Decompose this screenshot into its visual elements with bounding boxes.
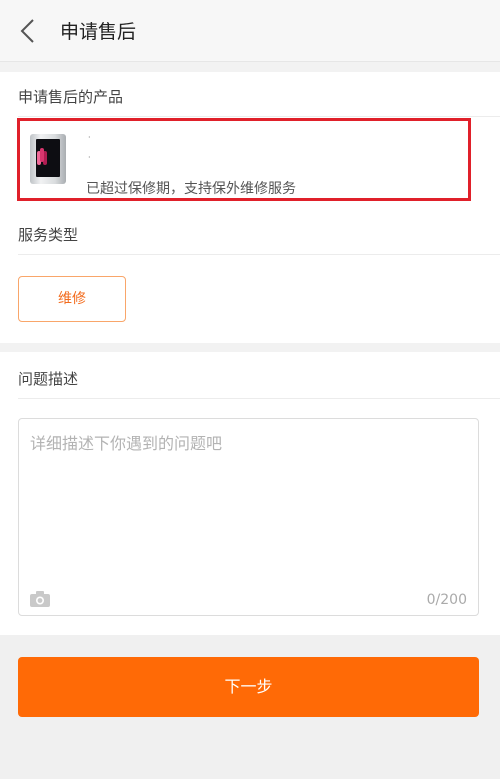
- product-card[interactable]: · · 已超过保修期，支持保外维修服务: [17, 118, 471, 201]
- problem-label: 问题描述: [18, 370, 79, 388]
- footer-area: 下一步: [0, 635, 500, 779]
- page-title: 申请售后: [60, 21, 137, 43]
- product-section-label: 申请售后的产品: [18, 88, 124, 106]
- next-step-button[interactable]: 下一步: [18, 657, 479, 717]
- flower-wallpaper: [40, 148, 44, 162]
- divider: [18, 254, 500, 255]
- warranty-note: 已超过保修期，支持保外维修服务: [86, 181, 296, 197]
- problem-placeholder: 详细描述下你遇到的问题吧: [30, 434, 223, 453]
- product-name: ·: [88, 133, 91, 142]
- repair-option-button[interactable]: 维修: [18, 276, 126, 322]
- divider: [18, 398, 500, 399]
- service-type-label: 服务类型: [18, 226, 79, 244]
- service-type-section: 服务类型 维修: [0, 210, 500, 343]
- product-section: 申请售后的产品 · · 已超过保修期，支持保外维修服务: [0, 72, 500, 210]
- problem-section: 问题描述 详细描述下你遇到的问题吧 0/200: [0, 352, 500, 635]
- camera-icon[interactable]: [30, 591, 50, 607]
- problem-description-input[interactable]: 详细描述下你遇到的问题吧 0/200: [18, 418, 479, 616]
- product-spec: ·: [88, 153, 91, 162]
- char-counter: 0/200: [426, 592, 467, 608]
- chevron-left-icon[interactable]: [14, 16, 44, 46]
- divider: [18, 116, 500, 117]
- header-bar: 申请售后: [0, 0, 500, 62]
- product-thumbnail: [30, 134, 66, 184]
